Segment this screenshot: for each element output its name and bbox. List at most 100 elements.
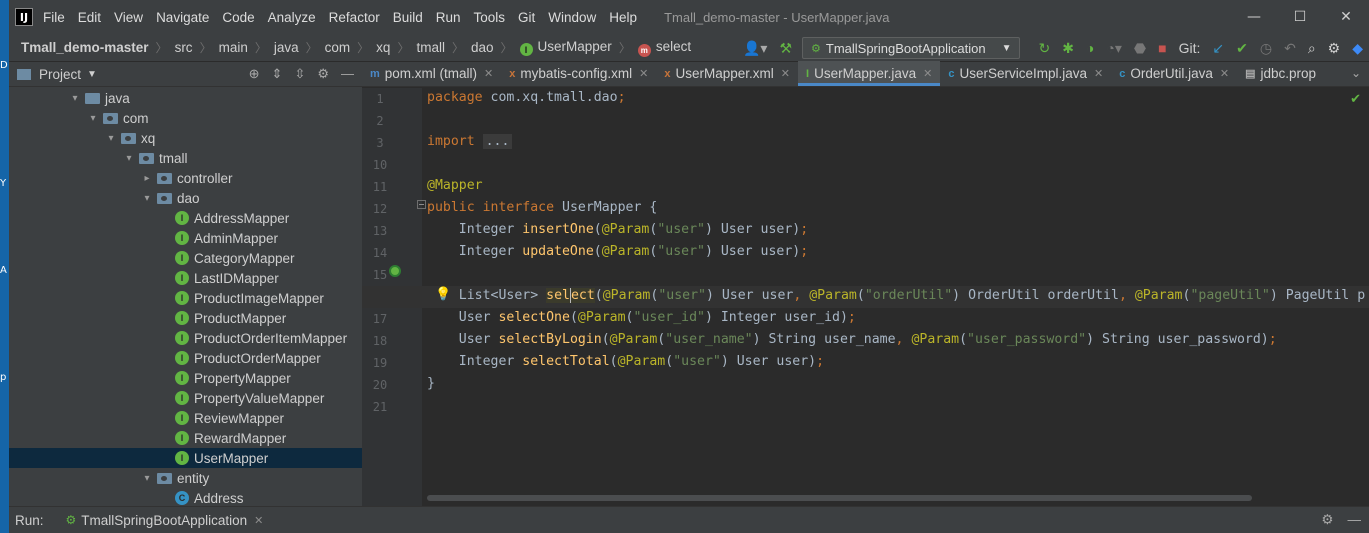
close-icon[interactable]: ✕	[484, 67, 493, 80]
breadcrumb-dao[interactable]: dao	[471, 40, 494, 55]
locate-icon[interactable]: ⊕	[249, 66, 260, 82]
breadcrumb-main[interactable]: main	[219, 40, 248, 55]
code-area[interactable]: package com.xq.tmall.dao; import ... @Ma…	[427, 88, 1367, 506]
tree-item[interactable]: I ProductMapper	[9, 308, 362, 328]
git-update-icon[interactable]: ↙	[1212, 40, 1224, 57]
editor-tab[interactable]: x UserMapper.xml ✕	[656, 61, 798, 86]
tree-item[interactable]: ▾ tmall	[9, 148, 362, 168]
collapse-all-icon[interactable]: ⇳	[294, 66, 305, 82]
tree-item[interactable]: I LastIDMapper	[9, 268, 362, 288]
profile-icon[interactable]: ◔▾	[1106, 40, 1121, 57]
tree-item[interactable]: I ProductOrderItemMapper	[9, 328, 362, 348]
search-icon[interactable]: ⌕	[1308, 40, 1316, 57]
menu-code[interactable]: Code	[222, 10, 254, 25]
tree-item[interactable]: ▾ dao	[9, 188, 362, 208]
stop-icon[interactable]: ■	[1158, 40, 1166, 56]
menu-edit[interactable]: Edit	[78, 10, 101, 25]
plugin-icon[interactable]: ◆	[1352, 40, 1363, 57]
debug-bug-icon[interactable]: ✱	[1062, 40, 1074, 57]
chevron-icon[interactable]: ▾	[87, 113, 99, 124]
tree-item[interactable]: ▾ java	[9, 88, 362, 108]
menu-help[interactable]: Help	[609, 10, 637, 25]
menu-build[interactable]: Build	[393, 10, 423, 25]
editor-tab[interactable]: m pom.xml (tmall) ✕	[362, 61, 501, 86]
close-icon[interactable]: ✕	[1220, 67, 1229, 80]
editor-tab[interactable]: I UserMapper.java ✕	[798, 61, 941, 86]
breadcrumb-select[interactable]: m select	[637, 39, 691, 57]
menu-window[interactable]: Window	[548, 10, 596, 25]
editor-tab[interactable]: c UserServiceImpl.java ✕	[940, 61, 1111, 86]
run-config-select[interactable]: ⚙ TmallSpringBootApplication ▼	[802, 37, 1021, 59]
tree-item[interactable]: I ReviewMapper	[9, 408, 362, 428]
maximize-button[interactable]: ☐	[1277, 0, 1323, 34]
chevron-icon[interactable]: ▾	[105, 133, 117, 144]
run-tab[interactable]: ⚙ TmallSpringBootApplication ✕	[66, 513, 264, 528]
menu-analyze[interactable]: Analyze	[268, 10, 316, 25]
chevron-down-icon[interactable]: ▼	[87, 69, 97, 80]
menu-file[interactable]: File	[43, 10, 65, 25]
chevron-icon[interactable]: ▾	[141, 193, 153, 204]
tree-item[interactable]: ▾ com	[9, 108, 362, 128]
minimize-button[interactable]: —	[1231, 0, 1277, 34]
attach-icon[interactable]: ⬣	[1134, 40, 1146, 57]
hide-icon[interactable]: —	[1348, 512, 1362, 528]
chevron-icon[interactable]: ▾	[69, 93, 81, 104]
close-icon[interactable]: ✕	[923, 67, 932, 80]
horizontal-scrollbar[interactable]	[427, 495, 1252, 501]
tree-item[interactable]: I ProductOrderMapper	[9, 348, 362, 368]
rerun-icon[interactable]: ↻	[1038, 40, 1050, 57]
menu-git[interactable]: Git	[518, 10, 535, 25]
editor-tab-label: UserMapper.java	[814, 66, 917, 81]
mybatis-bean-icon[interactable]	[389, 265, 401, 277]
editor-tab[interactable]: ▤ jdbc.prop	[1237, 61, 1324, 86]
tree-item[interactable]: I AdminMapper	[9, 228, 362, 248]
settings-gear-icon[interactable]: ⚙	[1328, 40, 1341, 57]
breadcrumb-src[interactable]: src	[175, 40, 193, 55]
close-icon[interactable]: ✕	[781, 67, 790, 80]
chevron-icon[interactable]: ▾	[123, 153, 135, 164]
menu-tools[interactable]: Tools	[474, 10, 506, 25]
project-view-select[interactable]: Project	[39, 67, 81, 82]
tree-item[interactable]: ▸ controller	[9, 168, 362, 188]
settings-gear-icon[interactable]: ⚙	[1321, 512, 1333, 528]
chevron-down-icon[interactable]: ⌄	[1351, 66, 1361, 80]
breadcrumb-project[interactable]: Tmall_demo-master	[21, 40, 149, 55]
chevron-icon[interactable]: ▾	[141, 473, 153, 484]
settings-gear-icon[interactable]: ⚙	[317, 66, 329, 82]
expand-all-icon[interactable]: ⇕	[272, 66, 283, 82]
build-hammer-icon[interactable]: ⚒	[779, 40, 792, 57]
editor-tab[interactable]: x mybatis-config.xml ✕	[501, 61, 656, 86]
menu-refactor[interactable]: Refactor	[329, 10, 380, 25]
hide-icon[interactable]: —	[341, 66, 354, 82]
tree-item[interactable]: I ProductImageMapper	[9, 288, 362, 308]
tree-item[interactable]: I RewardMapper	[9, 428, 362, 448]
breadcrumb-xq[interactable]: xq	[376, 40, 390, 55]
chevron-icon[interactable]: ▸	[141, 173, 153, 184]
tree-item[interactable]: I UserMapper	[9, 448, 362, 468]
fold-toggle-icon[interactable]	[417, 200, 426, 209]
close-icon[interactable]: ✕	[1094, 67, 1103, 80]
close-icon[interactable]: ✕	[639, 67, 648, 80]
git-commit-icon[interactable]: ✔	[1236, 40, 1248, 57]
git-history-icon[interactable]: ◷	[1260, 40, 1272, 57]
menu-view[interactable]: View	[114, 10, 143, 25]
coverage-icon[interactable]: ◑	[1086, 40, 1094, 56]
tree-item[interactable]: I PropertyMapper	[9, 368, 362, 388]
close-button[interactable]: ✕	[1323, 0, 1369, 34]
editor-tab[interactable]: c OrderUtil.java ✕	[1111, 61, 1237, 86]
git-rollback-icon[interactable]: ↶	[1284, 40, 1296, 57]
user-icon[interactable]: 👤▾	[743, 40, 767, 57]
menu-navigate[interactable]: Navigate	[156, 10, 209, 25]
close-icon[interactable]: ✕	[254, 514, 263, 527]
tree-item[interactable]: I AddressMapper	[9, 208, 362, 228]
tree-item[interactable]: ▾ xq	[9, 128, 362, 148]
tree-item[interactable]: C Address	[9, 488, 362, 508]
tree-item[interactable]: I PropertyValueMapper	[9, 388, 362, 408]
tree-item[interactable]: I CategoryMapper	[9, 248, 362, 268]
breadcrumb-usermapper[interactable]: I UserMapper	[519, 39, 612, 57]
menu-run[interactable]: Run	[436, 10, 461, 25]
tree-item[interactable]: ▾ entity	[9, 468, 362, 488]
breadcrumb-tmall[interactable]: tmall	[416, 40, 445, 55]
breadcrumb-com[interactable]: com	[325, 40, 351, 55]
breadcrumb-java[interactable]: java	[274, 40, 299, 55]
